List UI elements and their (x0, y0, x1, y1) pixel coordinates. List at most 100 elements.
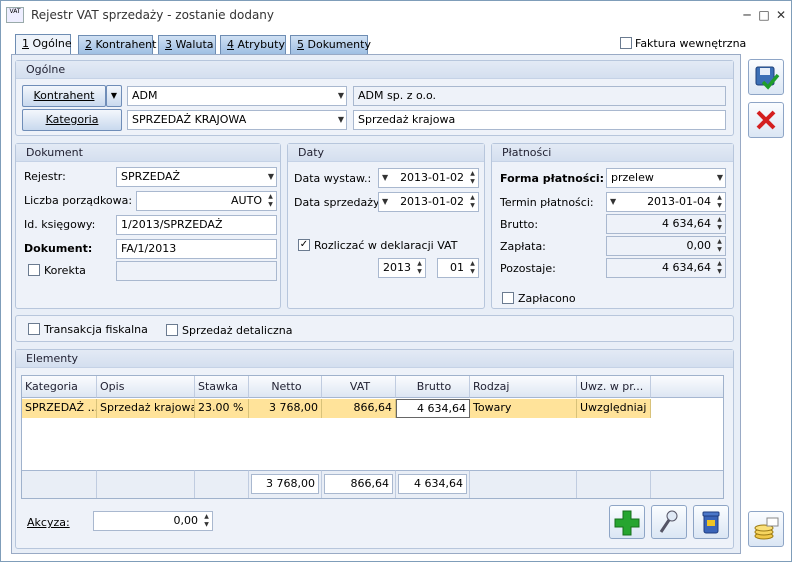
faktura-wewnetrzna-checkbox[interactable] (620, 37, 632, 49)
kontrahent-code-field[interactable]: ADM ▼ (127, 86, 347, 106)
kategoria-button-label: Kategoria (45, 113, 99, 126)
korekta-checkbox[interactable] (28, 264, 40, 276)
close-icon[interactable]: ✕ (772, 6, 790, 24)
sum-brutto-value: 4 634,64 (398, 474, 467, 494)
kategoria-desc-field[interactable]: Sprzedaż krajowa (353, 110, 726, 130)
pozostaje-value: 4 634,64 (662, 261, 711, 274)
zaplata-field: 0,00 ▲ ▼ (606, 236, 726, 256)
kontrahent-button[interactable]: Kontrahent (22, 85, 106, 107)
kategoria-code-field[interactable]: SPRZEDAŻ KRAJOWA ▼ (127, 110, 347, 130)
tab-key: 2 (85, 38, 92, 51)
zaplata-value: 0,00 (686, 239, 712, 252)
data-wystawienia-field[interactable]: ▼ 2013-01-02 ▲ ▼ (378, 168, 479, 188)
spinner-icon[interactable]: ▲ ▼ (468, 194, 477, 210)
cancel-button[interactable] (748, 102, 784, 138)
column-header[interactable]: Stawka (195, 376, 249, 398)
tab-waluta[interactable]: 3 Waluta (158, 35, 216, 54)
save-button[interactable] (748, 59, 784, 95)
dokument-field[interactable]: FA/1/2013 (116, 239, 277, 259)
cell-rodzaj[interactable]: Towary (470, 399, 577, 418)
title-bar: VAT Rejestr VAT sprzedaży - zostanie dod… (1, 1, 791, 29)
minimize-icon[interactable]: ─ (738, 6, 756, 24)
cell-netto[interactable]: 3 768,00 (249, 399, 322, 418)
summary-cell (577, 470, 651, 498)
column-header[interactable]: Opis (97, 376, 195, 398)
green-plus-icon (614, 510, 640, 536)
miesiac-field[interactable]: 01 ▲ ▼ (437, 258, 479, 278)
add-element-button[interactable] (609, 505, 645, 539)
spinner-icon[interactable]: ▲ ▼ (202, 513, 211, 529)
akcyza-field[interactable]: 0,00 ▲ ▼ (93, 511, 213, 531)
pozostaje-label: Pozostaje: (500, 262, 556, 275)
pozostaje-field: 4 634,64 ▲ ▼ (606, 258, 726, 278)
kontrahent-name-field: ADM sp. z o.o. (353, 86, 726, 106)
transakcja-fiskalna-checkbox[interactable] (28, 323, 40, 335)
sum-netto-value: 3 768,00 (251, 474, 319, 494)
tab-ogolne[interactable]: 1 Ogólne (15, 34, 72, 55)
summary-cell (470, 470, 577, 498)
brutto-field: 4 634,64 ▲ ▼ (606, 214, 726, 234)
coins-icon (754, 517, 779, 540)
kontrahent-dropdown-button[interactable]: ▼ (106, 85, 122, 107)
data-sprzedazy-field[interactable]: ▼ 2013-01-02 ▲ ▼ (378, 192, 479, 212)
summary-vat: 866,64 (322, 470, 396, 498)
cell-vat[interactable]: 866,64 (322, 399, 396, 418)
rejestr-select[interactable]: SPRZEDAŻ ▼ (116, 167, 277, 187)
data-wystawienia-label: Data wystaw.: (294, 172, 372, 185)
ogolne-group: Ogólne Kontrahent ▼ ADM ▼ ADM sp. z o.o. … (15, 60, 734, 136)
spinner-icon[interactable]: ▲ ▼ (715, 194, 724, 210)
cell-opis[interactable]: Sprzedaż krajowa (97, 399, 195, 418)
elementy-grid[interactable]: Kategoria Opis Stawka Netto VAT Brutto R… (21, 375, 724, 499)
cell-brutto[interactable]: 4 634,64 (396, 399, 470, 418)
platnosci-header: Płatności (492, 144, 733, 162)
chevron-down-icon[interactable]: ▼ (338, 111, 344, 129)
kategoria-button[interactable]: Kategoria (22, 109, 122, 131)
tab-label: Ogólne (29, 37, 72, 50)
chevron-down-icon[interactable]: ▼ (717, 169, 723, 187)
column-header[interactable]: Netto (249, 376, 322, 398)
forma-platnosci-select[interactable]: przelew ▼ (606, 168, 726, 188)
options-group: Transakcja fiskalna Sprzedaż detaliczna (15, 315, 734, 342)
edit-element-button[interactable] (651, 505, 687, 539)
column-header[interactable]: Kategoria (22, 376, 97, 398)
id-ksiegowy-field[interactable]: 1/2013/SPRZEDAŻ (116, 215, 277, 235)
chevron-down-icon[interactable]: ▼ (382, 169, 388, 187)
column-header[interactable]: VAT (322, 376, 396, 398)
tab-dokumenty[interactable]: 5 Dokumenty (290, 35, 371, 54)
chevron-down-icon[interactable]: ▼ (338, 87, 344, 105)
data-sprzedazy-value: 2013-01-02 (400, 195, 464, 208)
spinner-icon: ▲ ▼ (717, 216, 722, 231)
tab-key: 4 (227, 38, 234, 51)
termin-platnosci-field[interactable]: ▼ 2013-01-04 ▲ ▼ (606, 192, 726, 212)
rok-field[interactable]: 2013 ▲ ▼ (378, 258, 426, 278)
tab-label: Waluta (172, 38, 214, 51)
cell-kategoria[interactable]: SPRZEDAŻ ... (22, 399, 97, 418)
maximize-icon[interactable]: □ (755, 6, 773, 24)
settle-coins-button[interactable] (748, 511, 784, 547)
rozliczac-vat-checkbox[interactable]: ✓ (298, 239, 310, 251)
column-header[interactable]: Brutto (396, 376, 470, 398)
spinner-icon[interactable]: ▲ ▼ (415, 260, 424, 276)
zaplacono-checkbox[interactable] (502, 292, 514, 304)
column-header[interactable]: Uwz. w pr... (577, 376, 651, 398)
spinner-icon[interactable]: ▲ ▼ (468, 260, 477, 276)
tab-kontrahent[interactable]: 2 Kontrahent (78, 35, 156, 54)
daty-group: Daty Data wystaw.: ▼ 2013-01-02 ▲ ▼ Data sp… (287, 143, 485, 309)
spinner-icon[interactable]: ▲ ▼ (468, 170, 477, 186)
tab-atrybuty[interactable]: 4 Atrybuty (220, 35, 286, 54)
chevron-down-icon[interactable]: ▼ (610, 193, 616, 211)
lp-field[interactable]: AUTO ▲ ▼ (136, 191, 277, 211)
delete-element-button[interactable] (693, 505, 729, 539)
red-x-icon (756, 110, 776, 130)
chevron-down-icon[interactable]: ▼ (382, 193, 388, 211)
chevron-down-icon[interactable]: ▼ (268, 168, 274, 186)
daty-header: Daty (288, 144, 484, 162)
app-icon-text: VAT (9, 8, 21, 15)
cell-stawka[interactable]: 23.00 % (195, 399, 249, 418)
column-header[interactable]: Rodzaj (470, 376, 577, 398)
tab-key: 5 (297, 38, 304, 51)
cell-uwzglednij[interactable]: Uwzględniaj (577, 399, 651, 418)
sprzedaz-detaliczna-checkbox[interactable] (166, 324, 178, 336)
spinner-icon[interactable]: ▲ ▼ (266, 193, 275, 209)
vat-app-icon: VAT (6, 7, 24, 23)
